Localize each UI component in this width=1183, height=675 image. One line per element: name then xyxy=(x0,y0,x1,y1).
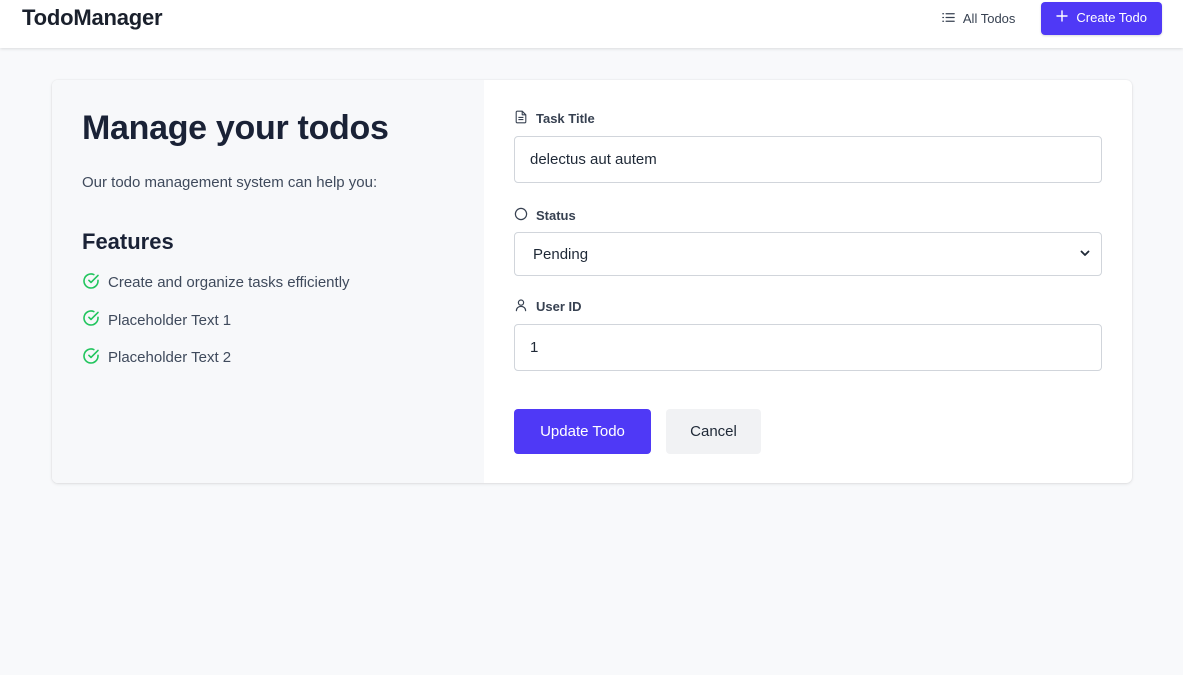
check-circle-icon xyxy=(82,272,100,294)
feature-item: Placeholder Text 2 xyxy=(82,347,454,369)
nav-actions: All Todos Create Todo xyxy=(941,2,1162,35)
check-circle-icon xyxy=(82,309,100,331)
user-id-value: 1 xyxy=(530,339,539,356)
user-id-label: User ID xyxy=(514,298,1102,314)
status-select[interactable]: Pending xyxy=(514,232,1102,276)
features-list: Create and organize tasks efficiently Pl… xyxy=(82,272,454,369)
list-icon xyxy=(941,10,956,28)
edit-todo-form: Task Title delectus aut autem Status Pen… xyxy=(484,80,1132,483)
circle-icon xyxy=(514,207,528,224)
task-title-label: Task Title xyxy=(514,110,1102,126)
update-todo-button[interactable]: Update Todo xyxy=(514,409,651,454)
status-label: Status xyxy=(514,207,1102,223)
check-circle-icon xyxy=(82,347,100,369)
feature-text: Create and organize tasks efficiently xyxy=(108,274,350,291)
user-icon xyxy=(514,298,528,315)
create-todo-label: Create Todo xyxy=(1076,10,1147,25)
cancel-button[interactable]: Cancel xyxy=(666,409,761,454)
brand-logo[interactable]: TodoManager xyxy=(22,5,163,31)
all-todos-link[interactable]: All Todos xyxy=(941,10,1016,28)
form-actions: Update Todo Cancel xyxy=(514,409,1102,454)
feature-text: Placeholder Text 2 xyxy=(108,349,232,366)
task-title-label-text: Task Title xyxy=(536,110,595,126)
task-title-input[interactable]: delectus aut autem xyxy=(514,136,1102,183)
plus-icon xyxy=(1056,10,1069,25)
task-title-value: delectus aut autem xyxy=(530,151,657,168)
top-navbar: TodoManager All Todos Create Todo xyxy=(0,0,1183,48)
feature-text: Placeholder Text 1 xyxy=(108,311,232,329)
intro-subtitle: Our todo management system can help you: xyxy=(82,174,378,191)
page-title: Manage your todos xyxy=(82,109,389,147)
intro-panel: Manage your todos Our todo management sy… xyxy=(52,80,484,483)
status-value: Pending xyxy=(533,245,589,263)
features-heading: Features xyxy=(82,229,174,254)
feature-item: Create and organize tasks efficiently xyxy=(82,272,454,294)
status-label-text: Status xyxy=(536,207,576,223)
edit-todo-card: Manage your todos Our todo management sy… xyxy=(52,80,1132,483)
chevron-down-icon xyxy=(1079,246,1091,263)
feature-item: Placeholder Text 1 xyxy=(82,309,454,331)
document-icon xyxy=(514,110,528,127)
user-id-input[interactable]: 1 xyxy=(514,324,1102,371)
create-todo-button[interactable]: Create Todo xyxy=(1041,2,1162,35)
user-id-label-text: User ID xyxy=(536,298,582,314)
all-todos-label: All Todos xyxy=(962,11,1016,26)
